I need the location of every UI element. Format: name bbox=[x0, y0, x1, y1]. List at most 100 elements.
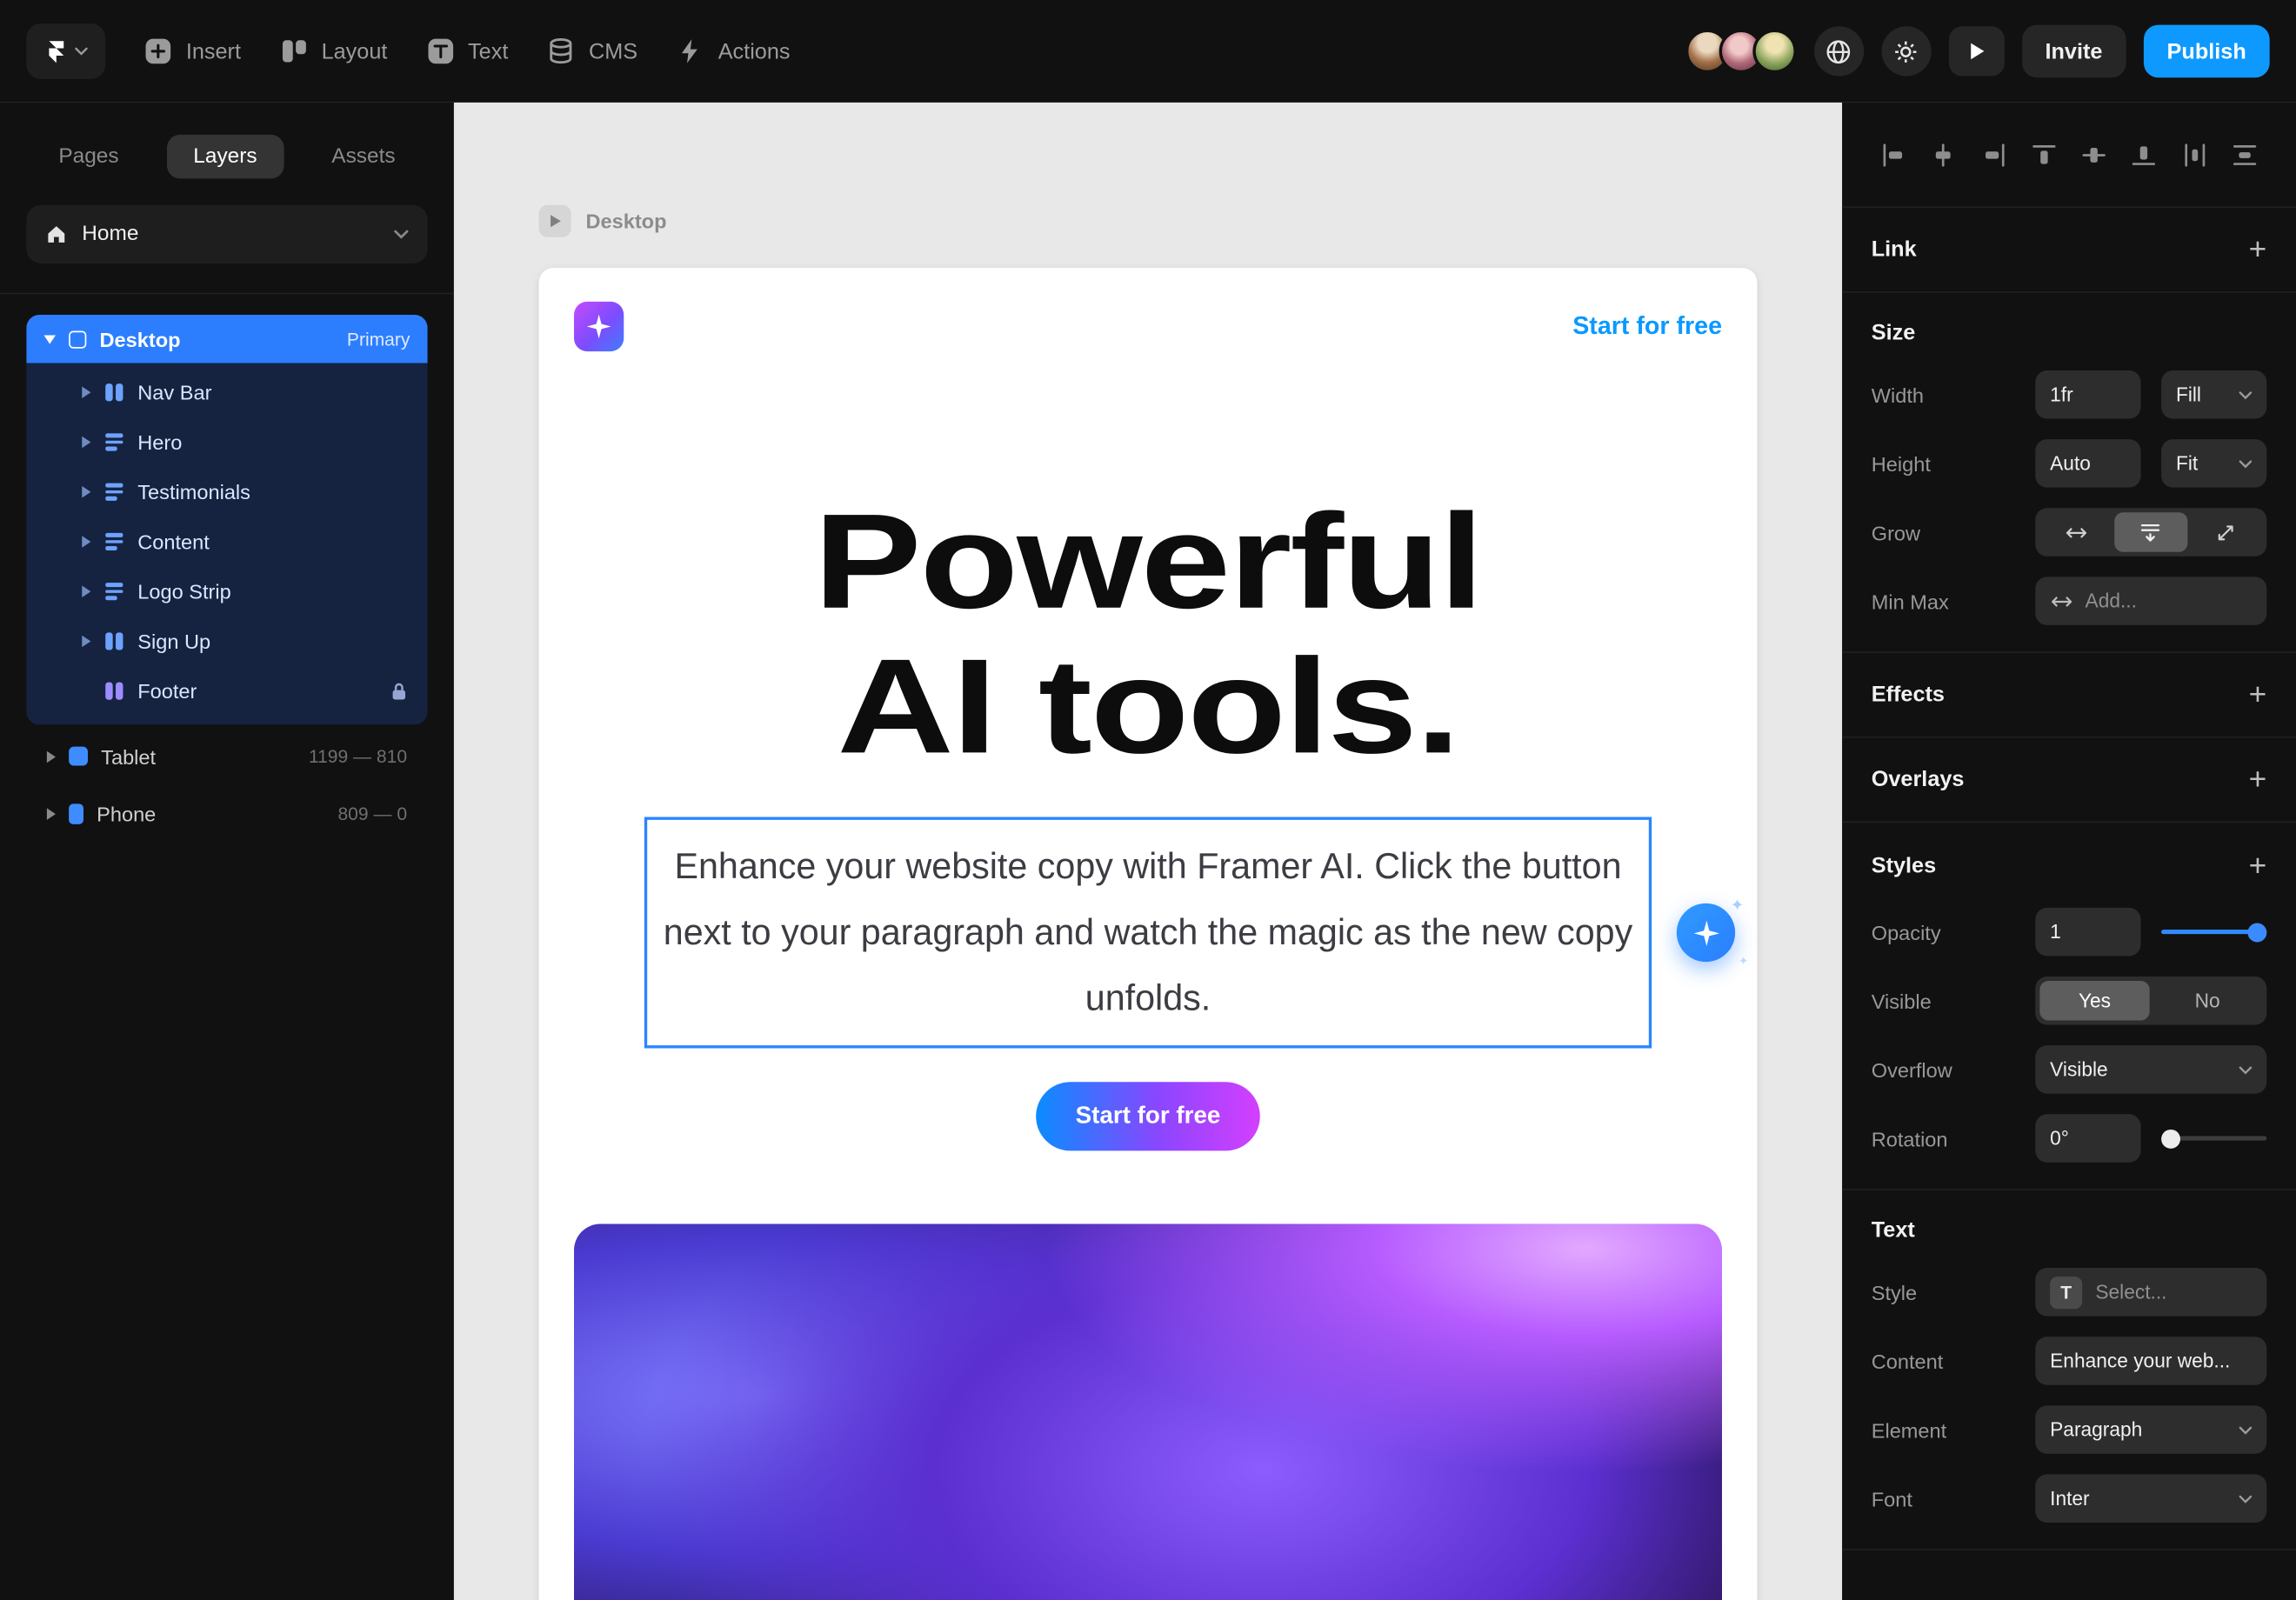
slider-knob[interactable] bbox=[2247, 923, 2266, 942]
overflow-select[interactable]: Visible bbox=[2035, 1045, 2266, 1094]
align-vertical-center-icon[interactable] bbox=[2081, 141, 2107, 167]
disclosure-closed-icon[interactable] bbox=[82, 386, 90, 397]
height-label: Height bbox=[1872, 451, 2036, 475]
disclosure-closed-icon[interactable] bbox=[82, 437, 90, 448]
element-value: Paragraph bbox=[2050, 1418, 2142, 1440]
layer-row-phone[interactable]: Phone 809 — 0 bbox=[26, 788, 427, 839]
text-menu-button[interactable]: Text bbox=[425, 37, 508, 66]
visible-yes-option[interactable]: Yes bbox=[2039, 981, 2149, 1020]
page-selector[interactable]: Home bbox=[26, 205, 427, 263]
desktop-frame[interactable]: Start for free Powerful AI tools. Enhanc… bbox=[539, 268, 1758, 1600]
layer-row-nav-bar[interactable]: Nav Bar bbox=[26, 368, 427, 417]
hero-image[interactable] bbox=[574, 1224, 1722, 1600]
site-heading[interactable]: Powerful AI tools. bbox=[454, 490, 1842, 780]
site-paragraph[interactable]: Enhance your website copy with Framer AI… bbox=[656, 834, 1639, 1031]
section-title: Size bbox=[1872, 321, 2267, 346]
width-mode-select[interactable]: Fill bbox=[2161, 370, 2266, 419]
publish-button[interactable]: Publish bbox=[2144, 25, 2270, 78]
grow-fit-text-option[interactable] bbox=[2115, 512, 2187, 551]
styles-section: Styles + Opacity 1 Visible Yes bbox=[1842, 823, 2296, 1190]
design-canvas[interactable]: Desktop Breakpoint Start for free Powerf… bbox=[454, 103, 1842, 1600]
layout-menu-button[interactable]: Layout bbox=[279, 37, 388, 66]
opacity-input[interactable]: 1 bbox=[2035, 908, 2140, 957]
settings-button[interactable] bbox=[1881, 26, 1931, 76]
invite-button[interactable]: Invite bbox=[2022, 25, 2126, 78]
layers-tree: Desktop Primary Nav Bar Hero bbox=[0, 294, 454, 859]
site-cta-button[interactable]: Start for free bbox=[1036, 1082, 1260, 1150]
stack-icon bbox=[105, 533, 123, 550]
size-section: Size Width 1fr Fill Height Auto Fit bbox=[1842, 321, 2296, 653]
text-style-select[interactable]: T Select... bbox=[2035, 1268, 2266, 1317]
disclosure-closed-icon[interactable] bbox=[82, 536, 90, 547]
framer-logo-button[interactable] bbox=[26, 23, 105, 79]
layer-row-content[interactable]: Content bbox=[26, 517, 427, 566]
align-bottom-icon[interactable] bbox=[2131, 141, 2157, 167]
grow-horizontal-option[interactable] bbox=[2039, 512, 2112, 551]
width-input[interactable]: 1fr bbox=[2035, 370, 2140, 419]
avatar[interactable] bbox=[1752, 30, 1797, 74]
visible-no-option[interactable]: No bbox=[2152, 981, 2262, 1020]
globe-button[interactable] bbox=[1813, 26, 1863, 76]
grow-label: Grow bbox=[1872, 521, 2036, 544]
distribute-horizontal-icon[interactable] bbox=[2181, 141, 2207, 167]
disclosure-closed-icon[interactable] bbox=[82, 636, 90, 647]
cms-menu-button[interactable]: CMS bbox=[546, 37, 637, 66]
chevron-down-icon bbox=[2239, 1065, 2252, 1074]
height-mode-select[interactable]: Fit bbox=[2161, 439, 2266, 488]
opacity-slider[interactable] bbox=[2161, 908, 2266, 957]
site-nav-cta-link[interactable]: Start for free bbox=[1572, 312, 1722, 342]
preview-button[interactable] bbox=[1948, 26, 2004, 76]
layer-row-testimonials[interactable]: Testimonials bbox=[26, 467, 427, 517]
heading-line-1: Powerful bbox=[454, 490, 1842, 636]
disclosure-closed-icon[interactable] bbox=[47, 808, 56, 819]
overflow-label: Overflow bbox=[1872, 1057, 2036, 1081]
section-title: Effects bbox=[1872, 683, 1945, 708]
section-title: Link bbox=[1872, 237, 1917, 263]
rotation-input[interactable]: 0° bbox=[2035, 1114, 2140, 1163]
play-icon bbox=[549, 214, 562, 229]
tab-assets[interactable]: Assets bbox=[305, 135, 422, 179]
align-left-icon[interactable] bbox=[1880, 141, 1906, 167]
disclosure-open-icon[interactable] bbox=[44, 335, 56, 343]
disclosure-closed-icon[interactable] bbox=[47, 750, 56, 762]
layer-row-desktop[interactable]: Desktop Primary bbox=[26, 315, 427, 363]
site-logo[interactable] bbox=[574, 302, 624, 351]
add-style-button[interactable]: + bbox=[2249, 850, 2267, 880]
tab-layers[interactable]: Layers bbox=[167, 135, 284, 179]
layer-row-logo-strip[interactable]: Logo Strip bbox=[26, 567, 427, 617]
align-right-icon[interactable] bbox=[1980, 141, 2006, 167]
font-select[interactable]: Inter bbox=[2035, 1474, 2266, 1523]
minmax-input[interactable]: Add... bbox=[2035, 577, 2266, 625]
tab-pages[interactable]: Pages bbox=[32, 135, 145, 179]
frame-play-chip[interactable] bbox=[539, 205, 571, 237]
content-input[interactable]: Enhance your web... bbox=[2035, 1337, 2266, 1385]
layer-row-tablet[interactable]: Tablet 1199 — 810 bbox=[26, 730, 427, 782]
stack-icon bbox=[105, 483, 123, 501]
slider-knob[interactable] bbox=[2161, 1129, 2180, 1148]
selected-text-block[interactable]: Enhance your website copy with Framer AI… bbox=[644, 817, 1652, 1048]
add-overlay-button[interactable]: + bbox=[2249, 764, 2267, 795]
ai-rewrite-button[interactable]: ✦ ✦ bbox=[1677, 903, 1735, 962]
layer-row-footer[interactable]: Footer bbox=[26, 666, 427, 716]
distribute-vertical-icon[interactable] bbox=[2232, 141, 2258, 167]
element-select[interactable]: Paragraph bbox=[2035, 1405, 2266, 1454]
layer-row-hero[interactable]: Hero bbox=[26, 417, 427, 467]
arrows-horizontal-icon bbox=[2064, 523, 2087, 541]
layer-row-sign-up[interactable]: Sign Up bbox=[26, 617, 427, 666]
grow-expand-option[interactable] bbox=[2190, 512, 2262, 551]
add-link-button[interactable]: + bbox=[2249, 234, 2267, 264]
layout-menu-label: Layout bbox=[322, 39, 388, 64]
insert-menu-button[interactable]: Insert bbox=[144, 37, 241, 66]
align-horizontal-center-icon[interactable] bbox=[1931, 141, 1957, 167]
actions-menu-button[interactable]: Actions bbox=[676, 37, 791, 66]
content-label: Content bbox=[1872, 1350, 2036, 1373]
rotation-slider[interactable] bbox=[2161, 1114, 2266, 1163]
arrows-horizontal-icon bbox=[2050, 592, 2073, 610]
add-effect-button[interactable]: + bbox=[2249, 679, 2267, 710]
height-input[interactable]: Auto bbox=[2035, 439, 2140, 488]
disclosure-closed-icon[interactable] bbox=[82, 585, 90, 597]
disclosure-closed-icon[interactable] bbox=[82, 486, 90, 497]
visible-label: Visible bbox=[1872, 989, 2036, 1012]
align-top-icon[interactable] bbox=[2031, 141, 2057, 167]
frame-title[interactable]: Desktop bbox=[585, 210, 666, 233]
